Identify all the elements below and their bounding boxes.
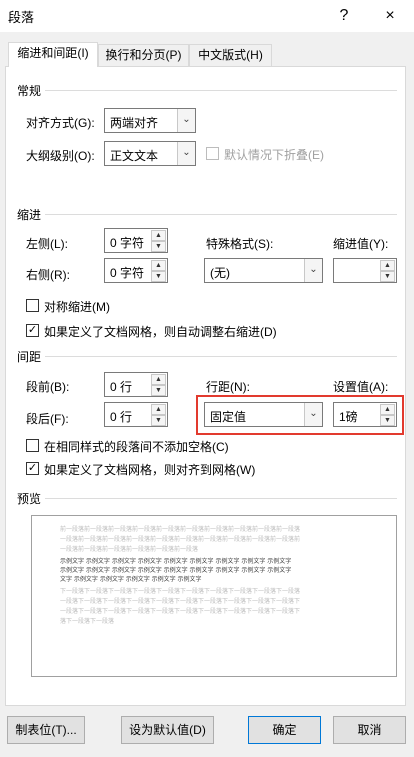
preview-next-line: 下一段落下一段落下一段落下一段落下一段落下一段落下一段落下一段落下一段落下一段落 bbox=[60, 588, 301, 595]
mirror-indents-label: 对称缩进(M) bbox=[44, 300, 110, 314]
section-general-heading: 常规 bbox=[17, 84, 42, 98]
divider bbox=[45, 214, 397, 215]
outline-level-label: 大纲级别(O): bbox=[26, 149, 95, 163]
preview-next-line: 落下一段落下一段落 bbox=[60, 618, 115, 625]
outline-level-dropdown[interactable]: 正文文本 ⌄ bbox=[104, 141, 196, 166]
tab-asian-typography[interactable]: 中文版式(H) bbox=[189, 44, 272, 67]
spin-down-icon[interactable]: ▼ bbox=[151, 415, 166, 426]
highlight-box bbox=[196, 395, 404, 435]
chevron-down-icon: ⌄ bbox=[304, 259, 322, 282]
preview-next-line: 一段落下一段落下一段落下一段落下一段落下一段落下一段落下一段落下一段落下一段落下 bbox=[60, 608, 301, 615]
right-indent-label: 右侧(R): bbox=[26, 268, 70, 282]
collapse-label: 默认情况下折叠(E) bbox=[224, 148, 324, 162]
no-space-same-style-checkbox[interactable] bbox=[26, 439, 39, 452]
spin-down-icon[interactable]: ▼ bbox=[151, 385, 166, 396]
line-spacing-label: 行距(N): bbox=[206, 380, 250, 394]
snap-to-grid-label: 如果定义了文档网格，则对齐到网格(W) bbox=[44, 463, 256, 477]
space-after-value: 0 行 bbox=[110, 410, 133, 424]
snap-to-grid-checkbox[interactable]: ✓ bbox=[26, 462, 39, 475]
space-before-spinner[interactable]: 0 行 ▲ ▼ bbox=[104, 372, 168, 397]
paragraph-preview: 前一段落前一段落前一段落前一段落前一段落前一段落前一段落前一段落前一段落前一段落… bbox=[31, 515, 397, 677]
preview-sample-line: 文字 示例文字 示例文字 示例文字 示例文字 示例文字 bbox=[60, 576, 202, 583]
preview-previous-line: 一段落前一段落前一段落前一段落前一段落前一段落 bbox=[60, 546, 199, 553]
help-button[interactable]: ? bbox=[328, 4, 360, 28]
preview-next-line: 一段落下一段落下一段落下一段落下一段落下一段落下一段落下一段落下一段落下一段落下 bbox=[60, 598, 301, 605]
divider bbox=[45, 498, 397, 499]
space-after-label: 段后(F): bbox=[26, 412, 69, 426]
left-indent-label: 左侧(L): bbox=[26, 237, 69, 251]
tab-indent-spacing[interactable]: 缩进和间距(I) bbox=[8, 42, 98, 67]
special-indent-label: 特殊格式(S): bbox=[206, 237, 274, 251]
auto-adjust-checkbox[interactable]: ✓ bbox=[26, 324, 39, 337]
space-before-label: 段前(B): bbox=[26, 380, 70, 394]
tabs-button[interactable]: 制表位(T)... bbox=[7, 716, 85, 744]
left-indent-spinner[interactable]: 0 字符 ▲ ▼ bbox=[104, 228, 168, 253]
special-indent-dropdown[interactable]: (无) ⌄ bbox=[204, 258, 323, 283]
chevron-down-icon: ⌄ bbox=[177, 142, 195, 165]
alignment-value: 两端对齐 bbox=[110, 116, 159, 130]
section-spacing-heading: 间距 bbox=[17, 350, 42, 364]
alignment-dropdown[interactable]: 两端对齐 ⌄ bbox=[104, 108, 196, 133]
left-indent-value: 0 字符 bbox=[110, 236, 145, 250]
right-indent-spinner[interactable]: 0 字符 ▲ ▼ bbox=[104, 258, 168, 283]
section-preview-heading: 预览 bbox=[17, 492, 42, 506]
ok-button[interactable]: 确定 bbox=[248, 716, 321, 744]
set-as-default-button[interactable]: 设为默认值(D) bbox=[121, 716, 214, 744]
spin-down-icon[interactable]: ▼ bbox=[151, 271, 166, 282]
indent-by-label: 缩进值(Y): bbox=[333, 237, 389, 251]
dialog-title: 段落 bbox=[8, 10, 35, 25]
preview-sample-line: 示例文字 示例文字 示例文字 示例文字 示例文字 示例文字 示例文字 示例文字 … bbox=[60, 567, 292, 574]
title-bar: 段落 ? × bbox=[0, 0, 414, 32]
outline-level-value: 正文文本 bbox=[110, 149, 159, 163]
at-label: 设置值(A): bbox=[333, 380, 389, 394]
preview-previous-line: 前一段落前一段落前一段落前一段落前一段落前一段落前一段落前一段落前一段落前一段落 bbox=[60, 526, 301, 533]
no-space-same-style-label: 在相同样式的段落间不添加空格(C) bbox=[44, 440, 229, 454]
spin-up-icon[interactable]: ▲ bbox=[151, 404, 166, 415]
divider bbox=[45, 356, 397, 357]
space-after-spinner[interactable]: 0 行 ▲ ▼ bbox=[104, 402, 168, 427]
preview-sample-line: 示例文字 示例文字 示例文字 示例文字 示例文字 示例文字 示例文字 示例文字 … bbox=[60, 558, 292, 565]
right-indent-value: 0 字符 bbox=[110, 266, 145, 280]
divider bbox=[45, 90, 397, 91]
spin-up-icon[interactable]: ▲ bbox=[151, 260, 166, 271]
preview-previous-line: 一段落前一段落前一段落前一段落前一段落前一段落前一段落前一段落前一段落前一段落前 bbox=[60, 536, 301, 543]
tab-line-page-breaks[interactable]: 换行和分页(P) bbox=[98, 44, 189, 67]
special-indent-value: (无) bbox=[210, 266, 230, 280]
auto-adjust-label: 如果定义了文档网格，则自动调整右缩进(D) bbox=[44, 325, 277, 339]
spin-up-icon[interactable]: ▲ bbox=[380, 260, 395, 271]
spin-down-icon[interactable]: ▼ bbox=[151, 241, 166, 252]
cancel-button[interactable]: 取消 bbox=[333, 716, 406, 744]
space-before-value: 0 行 bbox=[110, 380, 133, 394]
spin-up-icon[interactable]: ▲ bbox=[151, 230, 166, 241]
alignment-label: 对齐方式(G): bbox=[26, 116, 95, 130]
close-button[interactable]: × bbox=[374, 4, 406, 28]
mirror-indents-checkbox[interactable] bbox=[26, 299, 39, 312]
chevron-down-icon: ⌄ bbox=[177, 109, 195, 132]
section-indent-heading: 缩进 bbox=[17, 208, 42, 222]
collapse-checkbox[interactable] bbox=[206, 147, 219, 160]
indent-by-spinner[interactable]: ▲ ▼ bbox=[333, 258, 397, 283]
spin-up-icon[interactable]: ▲ bbox=[151, 374, 166, 385]
spin-down-icon[interactable]: ▼ bbox=[380, 271, 395, 282]
